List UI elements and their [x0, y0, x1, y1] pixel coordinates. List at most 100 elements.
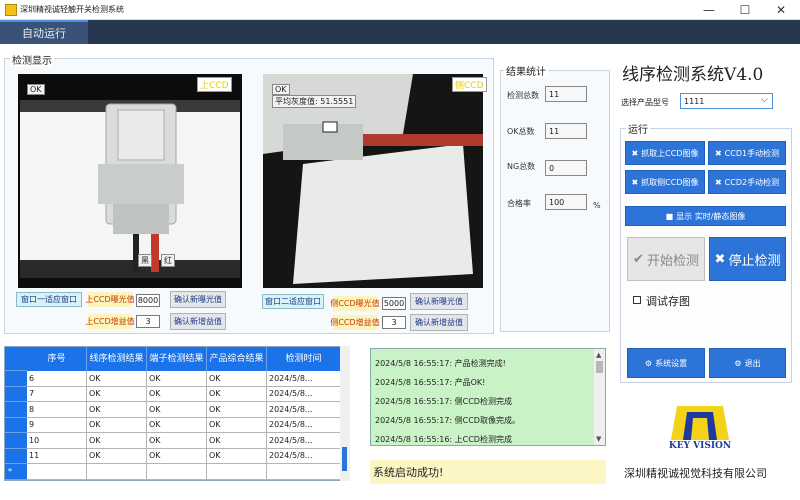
- ng-count-value: 0: [545, 160, 587, 176]
- cam2-gain-input[interactable]: 3: [382, 316, 406, 329]
- table-cell[interactable]: OK: [147, 386, 207, 402]
- cam1-fit-window-button[interactable]: 窗口一适应窗口: [16, 292, 82, 307]
- table-cell[interactable]: OK: [207, 371, 267, 387]
- table-cell[interactable]: [207, 464, 267, 480]
- table-cell[interactable]: OK: [87, 402, 147, 418]
- table-cell[interactable]: 7: [27, 386, 87, 402]
- table-cell[interactable]: [147, 464, 207, 480]
- cam2-exposure-input[interactable]: 5000: [382, 297, 406, 310]
- chevron-down-icon[interactable]: ▼: [596, 435, 601, 443]
- log-line: 2024/5/8 16:55:17: 侧CCD取像完成。: [375, 416, 520, 425]
- column-header[interactable]: 检测时间: [267, 347, 341, 371]
- run-group-title: 运行: [626, 121, 650, 136]
- ccd1-manual-button[interactable]: ✖ CCD1手动检测: [708, 141, 786, 165]
- ok-count-label: OK总数: [507, 127, 535, 136]
- grab-side-ccd-button[interactable]: ✖ 抓取侧CCD图像: [625, 170, 705, 194]
- table-cell[interactable]: OK: [207, 448, 267, 464]
- total-count-label: 检测总数: [507, 91, 539, 100]
- cam1-confirm-exposure-button[interactable]: 确认新曝光值: [170, 291, 226, 308]
- table-cell[interactable]: 10: [27, 433, 87, 449]
- row-header[interactable]: [5, 386, 27, 402]
- minimize-button[interactable]: —: [692, 0, 726, 20]
- column-header[interactable]: 端子检测结果: [147, 347, 207, 371]
- row-header[interactable]: [5, 371, 27, 387]
- tab-auto-run[interactable]: 自动运行: [0, 20, 88, 44]
- cam2-fit-window-button[interactable]: 窗口二适应窗口: [262, 294, 324, 309]
- cam1-exposure-label: 上CCD曝光值: [85, 292, 135, 307]
- table-scroll-thumb[interactable]: [342, 447, 347, 471]
- maximize-button[interactable]: ☐: [728, 0, 762, 20]
- model-select-value: 1111: [684, 96, 705, 106]
- table-cell[interactable]: 11: [27, 448, 87, 464]
- table-corner: [5, 347, 27, 371]
- log-panel[interactable]: 2024/5/8 16:55:17: 产品检测完成! 2024/5/8 16:5…: [370, 348, 606, 446]
- cam1-confirm-gain-button[interactable]: 确认新增益值: [170, 313, 226, 330]
- table-cell[interactable]: [27, 464, 87, 480]
- cam2-avg-gray-label: 平均灰度值: 51.5551: [272, 95, 357, 108]
- system-settings-button[interactable]: ⚙ 系统设置: [627, 348, 705, 378]
- log-scrollbar[interactable]: ▲ ▼: [594, 349, 605, 445]
- debug-save-checkbox[interactable]: [633, 296, 641, 304]
- table-cell[interactable]: [87, 464, 147, 480]
- logo-mark-icon: [671, 406, 729, 440]
- table-cell[interactable]: OK: [207, 386, 267, 402]
- column-header[interactable]: 产品综合结果: [207, 347, 267, 371]
- chevron-down-icon: ⌵: [761, 95, 768, 105]
- table-cell[interactable]: OK: [147, 371, 207, 387]
- debug-save-label[interactable]: 调试存图: [646, 293, 690, 309]
- table-cell[interactable]: OK: [207, 433, 267, 449]
- row-header[interactable]: [5, 448, 27, 464]
- tool-icon: ✖: [631, 177, 639, 187]
- column-header[interactable]: 线序检测结果: [87, 347, 147, 371]
- log-scroll-thumb[interactable]: [596, 361, 603, 373]
- table-cell[interactable]: 2024/5/8...: [267, 448, 341, 464]
- table-cell[interactable]: OK: [87, 386, 147, 402]
- results-table[interactable]: 序号 线序检测结果 端子检测结果 产品综合结果 检测时间 6 OK OK OK 2024…: [4, 346, 350, 481]
- table-cell[interactable]: OK: [147, 433, 207, 449]
- table-cell[interactable]: 2024/5/8...: [267, 433, 341, 449]
- row-header[interactable]: [5, 402, 27, 418]
- cam1-gain-input[interactable]: 3: [136, 315, 160, 328]
- camera-image-top: [18, 74, 242, 288]
- model-select[interactable]: 1111 ⌵: [680, 93, 773, 109]
- column-header[interactable]: 序号: [27, 347, 87, 371]
- system-title: 线序检测系统V4.0: [622, 65, 764, 85]
- grab-top-ccd-button[interactable]: ✖ 抓取上CCD图像: [625, 141, 705, 165]
- ng-count-label: NG总数: [507, 162, 536, 171]
- cam1-exposure-input[interactable]: 8000: [136, 294, 160, 307]
- ccd2-manual-button[interactable]: ✖ CCD2手动检测: [708, 170, 786, 194]
- chevron-up-icon[interactable]: ▲: [596, 351, 601, 359]
- row-header[interactable]: *: [5, 464, 27, 480]
- table-cell[interactable]: 2024/5/8...: [267, 371, 341, 387]
- table-cell[interactable]: 6: [27, 371, 87, 387]
- table-cell[interactable]: OK: [87, 448, 147, 464]
- table-cell[interactable]: OK: [87, 417, 147, 433]
- table-cell[interactable]: OK: [147, 402, 207, 418]
- table-cell[interactable]: OK: [207, 402, 267, 418]
- cam1-gain-label: 上CCD增益值: [85, 314, 135, 329]
- camera-view-top[interactable]: [18, 74, 242, 288]
- table-cell[interactable]: 2024/5/8...: [267, 386, 341, 402]
- row-header[interactable]: [5, 417, 27, 433]
- cam2-confirm-exposure-button[interactable]: 确认新曝光值: [410, 293, 468, 310]
- row-header[interactable]: [5, 433, 27, 449]
- table-cell[interactable]: 9: [27, 417, 87, 433]
- exit-button[interactable]: ⚙ 退出: [709, 348, 786, 378]
- cam1-black-label: 黑: [138, 254, 152, 267]
- table-cell[interactable]: OK: [207, 417, 267, 433]
- table-cell[interactable]: OK: [87, 433, 147, 449]
- table-body: 6 OK OK OK 2024/5/8... 7 OK OK OK 2024/5/8... 8 OK O…: [5, 371, 341, 480]
- close-button[interactable]: ✕: [764, 0, 798, 20]
- stop-detection-button[interactable]: ✖ 停止检测: [709, 237, 786, 281]
- table-cell[interactable]: 2024/5/8...: [267, 402, 341, 418]
- display-image-button[interactable]: ■ 显示 实时/静态图像: [625, 206, 786, 226]
- table-cell[interactable]: OK: [147, 417, 207, 433]
- cam1-tag: 上CCD: [197, 77, 232, 92]
- cam2-confirm-gain-button[interactable]: 确认新增益值: [410, 314, 468, 331]
- start-detection-button[interactable]: ✔ 开始检测: [627, 237, 705, 281]
- table-cell[interactable]: OK: [87, 371, 147, 387]
- table-cell[interactable]: OK: [147, 448, 207, 464]
- table-cell[interactable]: [267, 464, 341, 480]
- table-cell[interactable]: 2024/5/8...: [267, 417, 341, 433]
- table-cell[interactable]: 8: [27, 402, 87, 418]
